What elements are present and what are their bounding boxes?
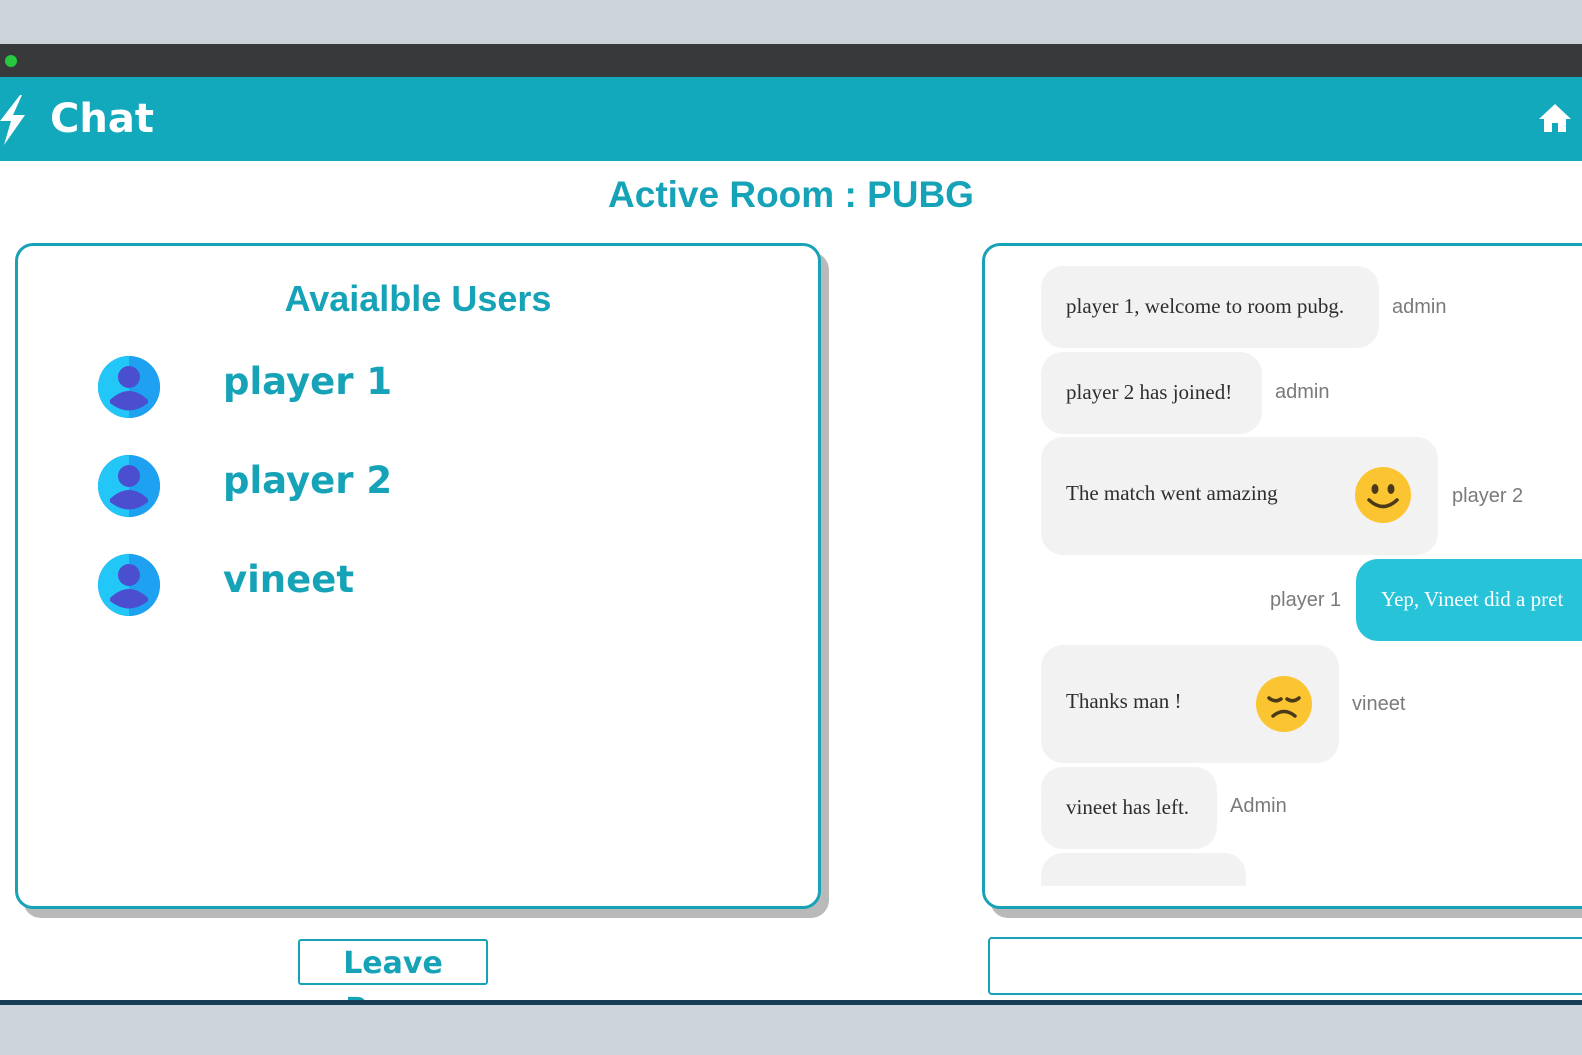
brand-title[interactable]: Chat — [50, 94, 154, 144]
leave-room-button[interactable]: Leave Room — [298, 939, 488, 1002]
user-name: vineet — [223, 558, 355, 601]
message-bubble: Yep, Vineet did a pret — [1356, 559, 1582, 641]
lightning-bolt-icon — [0, 95, 26, 150]
message-list[interactable]: player 1, welcome to room pubg. admin pl… — [985, 246, 1582, 886]
message-bubble: vineet has left. — [1041, 767, 1217, 849]
user-list-item: player 1 — [98, 356, 698, 420]
message-bubble: player 2 has joined! — [1041, 352, 1262, 434]
message-bubble — [1041, 853, 1246, 886]
message-text: Yep, Vineet did a pret — [1381, 587, 1564, 611]
message-sender: vineet — [1352, 693, 1406, 715]
message-sender: Admin — [1230, 795, 1287, 817]
message-text: The match went amazing — [1066, 481, 1278, 505]
avatar — [98, 554, 160, 616]
message-text: vineet has left. — [1066, 795, 1190, 819]
avatar — [98, 356, 160, 418]
users-panel-title: Avaialble Users — [284, 278, 552, 319]
avatar — [98, 455, 160, 517]
message-sender: player 2 — [1452, 485, 1524, 507]
navbar: Chat — [0, 77, 1582, 161]
home-icon[interactable] — [1538, 103, 1572, 138]
message-sender: player 1 — [1270, 589, 1342, 611]
message-sender: admin — [1275, 381, 1330, 403]
window-titlebar — [0, 44, 1582, 77]
user-name: player 1 — [223, 360, 393, 403]
message-bubble: player 1, welcome to room pubg. — [1041, 266, 1379, 348]
user-list-item: vineet — [98, 554, 698, 618]
bottom-bar — [0, 1000, 1582, 1005]
users-panel: Avaialble Users player 1 player 2 vineet — [15, 243, 821, 909]
page: Chat Active Room : PUBG Avaialble Users … — [0, 77, 1582, 1002]
smiling-face-emoji — [1355, 467, 1411, 523]
disappointed-face-emoji — [1256, 676, 1312, 732]
chat-panel: player 1, welcome to room pubg. admin pl… — [982, 243, 1582, 909]
message-text: player 2 has joined! — [1066, 380, 1233, 404]
page-title: Active Room : PUBG — [608, 174, 974, 215]
window-status-dot — [5, 55, 17, 67]
message-bubble: The match went amazing — [1041, 437, 1438, 555]
user-name: player 2 — [223, 459, 393, 502]
message-bubble: Thanks man ! — [1041, 645, 1339, 763]
message-input[interactable] — [988, 937, 1582, 995]
message-text: Thanks man ! — [1066, 689, 1182, 713]
user-list-item: player 2 — [98, 455, 698, 519]
message-sender: admin — [1392, 296, 1447, 318]
message-text: player 1, welcome to room pubg. — [1066, 294, 1345, 318]
